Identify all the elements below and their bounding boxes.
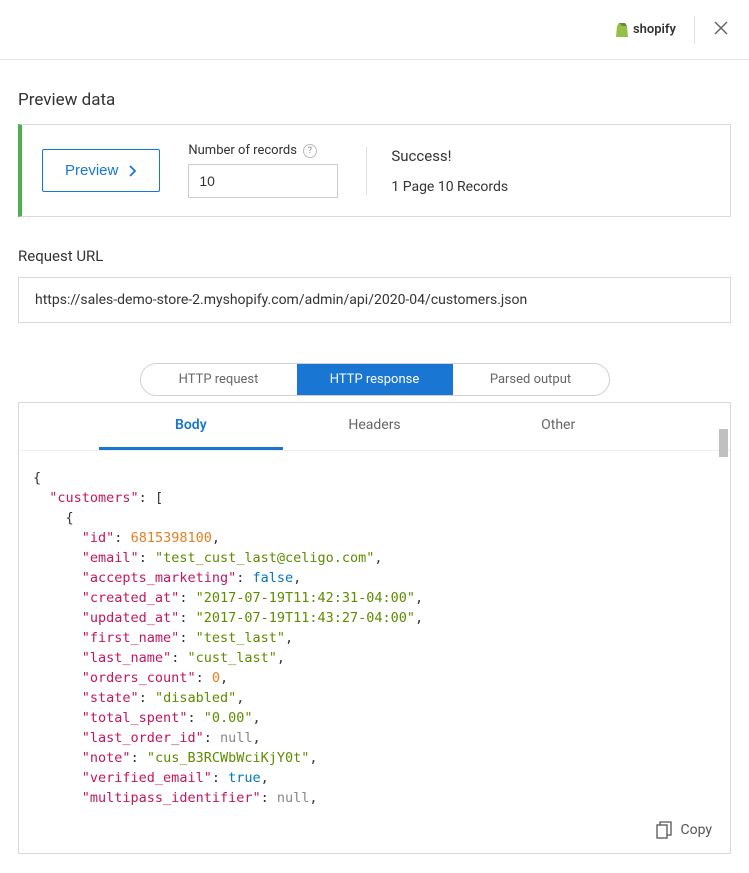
status-text: Success! [391,147,508,165]
shopify-bag-icon [615,22,629,38]
subtab-other[interactable]: Other [466,403,650,450]
brand-name: shopify [633,22,676,37]
close-button[interactable] [713,20,729,40]
request-url-label: Request URL [18,247,731,265]
request-url-value: https://sales-demo-store-2.myshopify.com… [18,277,731,323]
copy-bar: Copy [19,811,730,853]
tab-http-request[interactable]: HTTP request [141,364,297,395]
records-label: Number of records [188,143,297,158]
copy-icon [656,821,672,839]
subtab-body[interactable]: Body [99,403,283,450]
preview-card: Preview Number of records ? Success! 1 P… [18,124,731,217]
copy-button[interactable]: Copy [656,821,712,839]
main-content: Preview data Preview Number of records ?… [0,60,749,854]
brand-logo: shopify [615,22,676,38]
close-icon [713,20,729,36]
response-panel: Body Headers Other { "customers": [ { "i… [18,402,731,854]
page-records-text: 1 Page 10 Records [391,179,508,195]
records-label-row: Number of records ? [188,143,338,158]
help-icon[interactable]: ? [303,144,317,158]
chevron-right-icon [128,164,137,178]
tab-http-response[interactable]: HTTP response [297,364,453,395]
separator [694,16,695,44]
number-of-records-group: Number of records ? [188,143,338,198]
preview-title: Preview data [18,90,731,110]
tab-parsed-output[interactable]: Parsed output [453,364,609,395]
response-type-tabs: HTTP request HTTP response Parsed output [140,363,610,396]
preview-button-label: Preview [65,162,118,179]
copy-label: Copy [680,822,712,838]
status-column: Success! 1 Page 10 Records [366,147,508,195]
preview-button[interactable]: Preview [42,149,160,192]
records-input[interactable] [188,164,338,198]
response-sub-tabs: Body Headers Other [19,403,730,451]
subtab-headers[interactable]: Headers [283,403,467,450]
topbar: shopify [0,0,749,60]
json-body-view[interactable]: { "customers": [ { "id": 6815398100, "em… [19,451,730,811]
